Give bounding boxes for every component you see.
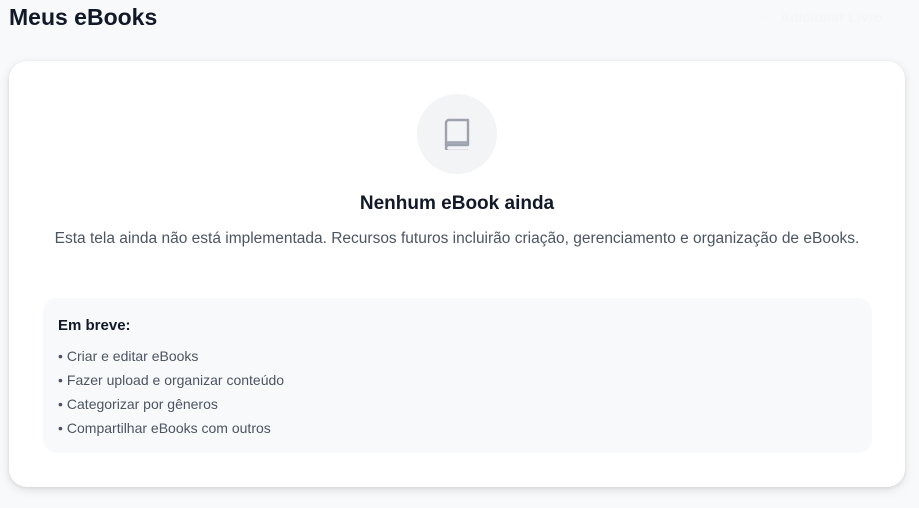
coming-soon-title: Em breve: [58,317,131,334]
list-item: • Categorizar por gêneros [58,392,857,416]
bullet: • [58,372,63,388]
book-icon [444,118,470,150]
plus-icon: + [758,7,768,27]
add-book-button[interactable]: + Adicionar Livro [748,0,898,34]
empty-state-card: Nenhum eBook ainda Esta tela ainda não e… [9,61,905,487]
empty-state-title: Nenhum eBook ainda [359,193,555,214]
list-item-label: Categorizar por gêneros [66,396,218,412]
add-book-button-label: Adicionar Livro [779,9,883,25]
empty-state-description: Esta tela ainda não está implementada. R… [54,230,860,247]
list-item: • Compartilhar eBooks com outros [58,416,857,440]
page-header: Meus eBooks + Adicionar Livro [0,0,919,36]
list-item-label: Criar e editar eBooks [66,348,199,364]
list-item: • Criar e editar eBooks [58,344,857,368]
list-item: • Fazer upload e organizar conteúdo [58,368,857,392]
empty-state-icon-circle [417,94,497,174]
list-item-label: Fazer upload e organizar conteúdo [66,372,285,388]
coming-soon-panel: Em breve: • Criar e editar eBooks • Fazer … [43,298,872,453]
coming-soon-list: • Criar e editar eBooks • Fazer upload e o… [58,344,857,440]
list-item-label: Compartilhar eBooks com outros [66,420,271,436]
bullet: • [58,348,63,364]
page-title: Meus eBooks [9,4,158,30]
bullet: • [58,396,63,412]
bullet: • [58,420,63,436]
